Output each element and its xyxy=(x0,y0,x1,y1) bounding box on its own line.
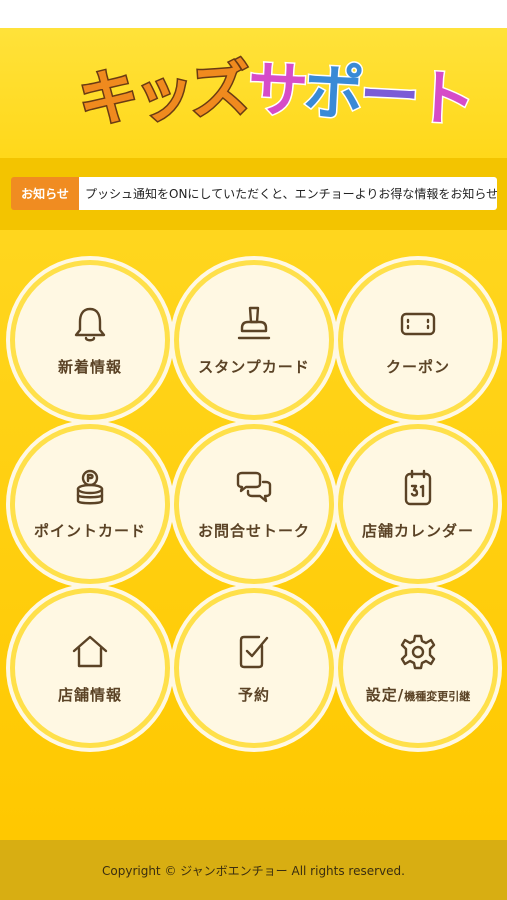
coupon-icon xyxy=(400,312,436,335)
ticker-message: プッシュ通知をONにしていただくと、エンチョーよりお得な情報をお知らせします xyxy=(85,187,497,201)
menu-label: ポイントカード xyxy=(33,521,146,540)
ticker-label: お知らせ xyxy=(11,177,79,210)
menu-store-calendar-button[interactable]: 店舗カレンダー xyxy=(343,429,493,579)
menu-store-info-button[interactable]: 店舗情報 xyxy=(15,593,165,743)
chat-bubbles-icon xyxy=(236,471,272,502)
menu-label: 新着情報 xyxy=(57,357,122,376)
reservation-check-icon xyxy=(239,635,269,668)
bell-icon xyxy=(74,307,106,341)
copyright-text: Copyright © ジャンボエンチョー All rights reserve… xyxy=(102,863,405,878)
menu-reservation-button[interactable]: 予約 xyxy=(179,593,329,743)
stamp-icon xyxy=(237,306,271,339)
menu-label: 設定/機種変更引継 xyxy=(365,685,471,704)
menu-label: お問合せトーク xyxy=(197,521,310,540)
kids-support-logo: キッズ サポート xyxy=(75,53,475,138)
menu-label: 予約 xyxy=(237,685,270,704)
menu-stamp-card-button[interactable]: スタンプカード xyxy=(179,265,329,415)
menu-settings-button[interactable]: 設定/機種変更引継 xyxy=(343,593,493,743)
menu-label: 店舗カレンダー xyxy=(361,521,474,540)
news-ticker[interactable]: お知らせ プッシュ通知をONにしていただくと、エンチョーよりお得な情報をお知らせ… xyxy=(0,158,507,230)
app-header: キッズ サポート xyxy=(0,28,507,158)
calendar-icon xyxy=(404,469,432,505)
menu-inquiry-talk-button[interactable]: お問合せトーク xyxy=(179,429,329,579)
menu-label: スタンプカード xyxy=(198,357,310,376)
menu-coupon-button[interactable]: クーポン xyxy=(343,265,493,415)
menu-label: 店舗情報 xyxy=(57,685,122,704)
menu-grid: 新着情報 スタンプカード クーポン ポイントカード お問合せトーク 店舗カレンダ… xyxy=(0,230,507,840)
ticker-message-box[interactable]: プッシュ通知をONにしていただくと、エンチョーよりお得な情報をお知らせします xyxy=(79,177,497,210)
home-icon xyxy=(72,635,108,667)
gear-icon xyxy=(400,634,436,669)
menu-news-button[interactable]: 新着情報 xyxy=(15,265,165,415)
status-bar xyxy=(0,0,507,28)
menu-label: クーポン xyxy=(385,357,450,376)
point-coins-icon xyxy=(76,469,104,504)
footer: Copyright © ジャンボエンチョー All rights reserve… xyxy=(0,840,507,900)
menu-point-card-button[interactable]: ポイントカード xyxy=(15,429,165,579)
